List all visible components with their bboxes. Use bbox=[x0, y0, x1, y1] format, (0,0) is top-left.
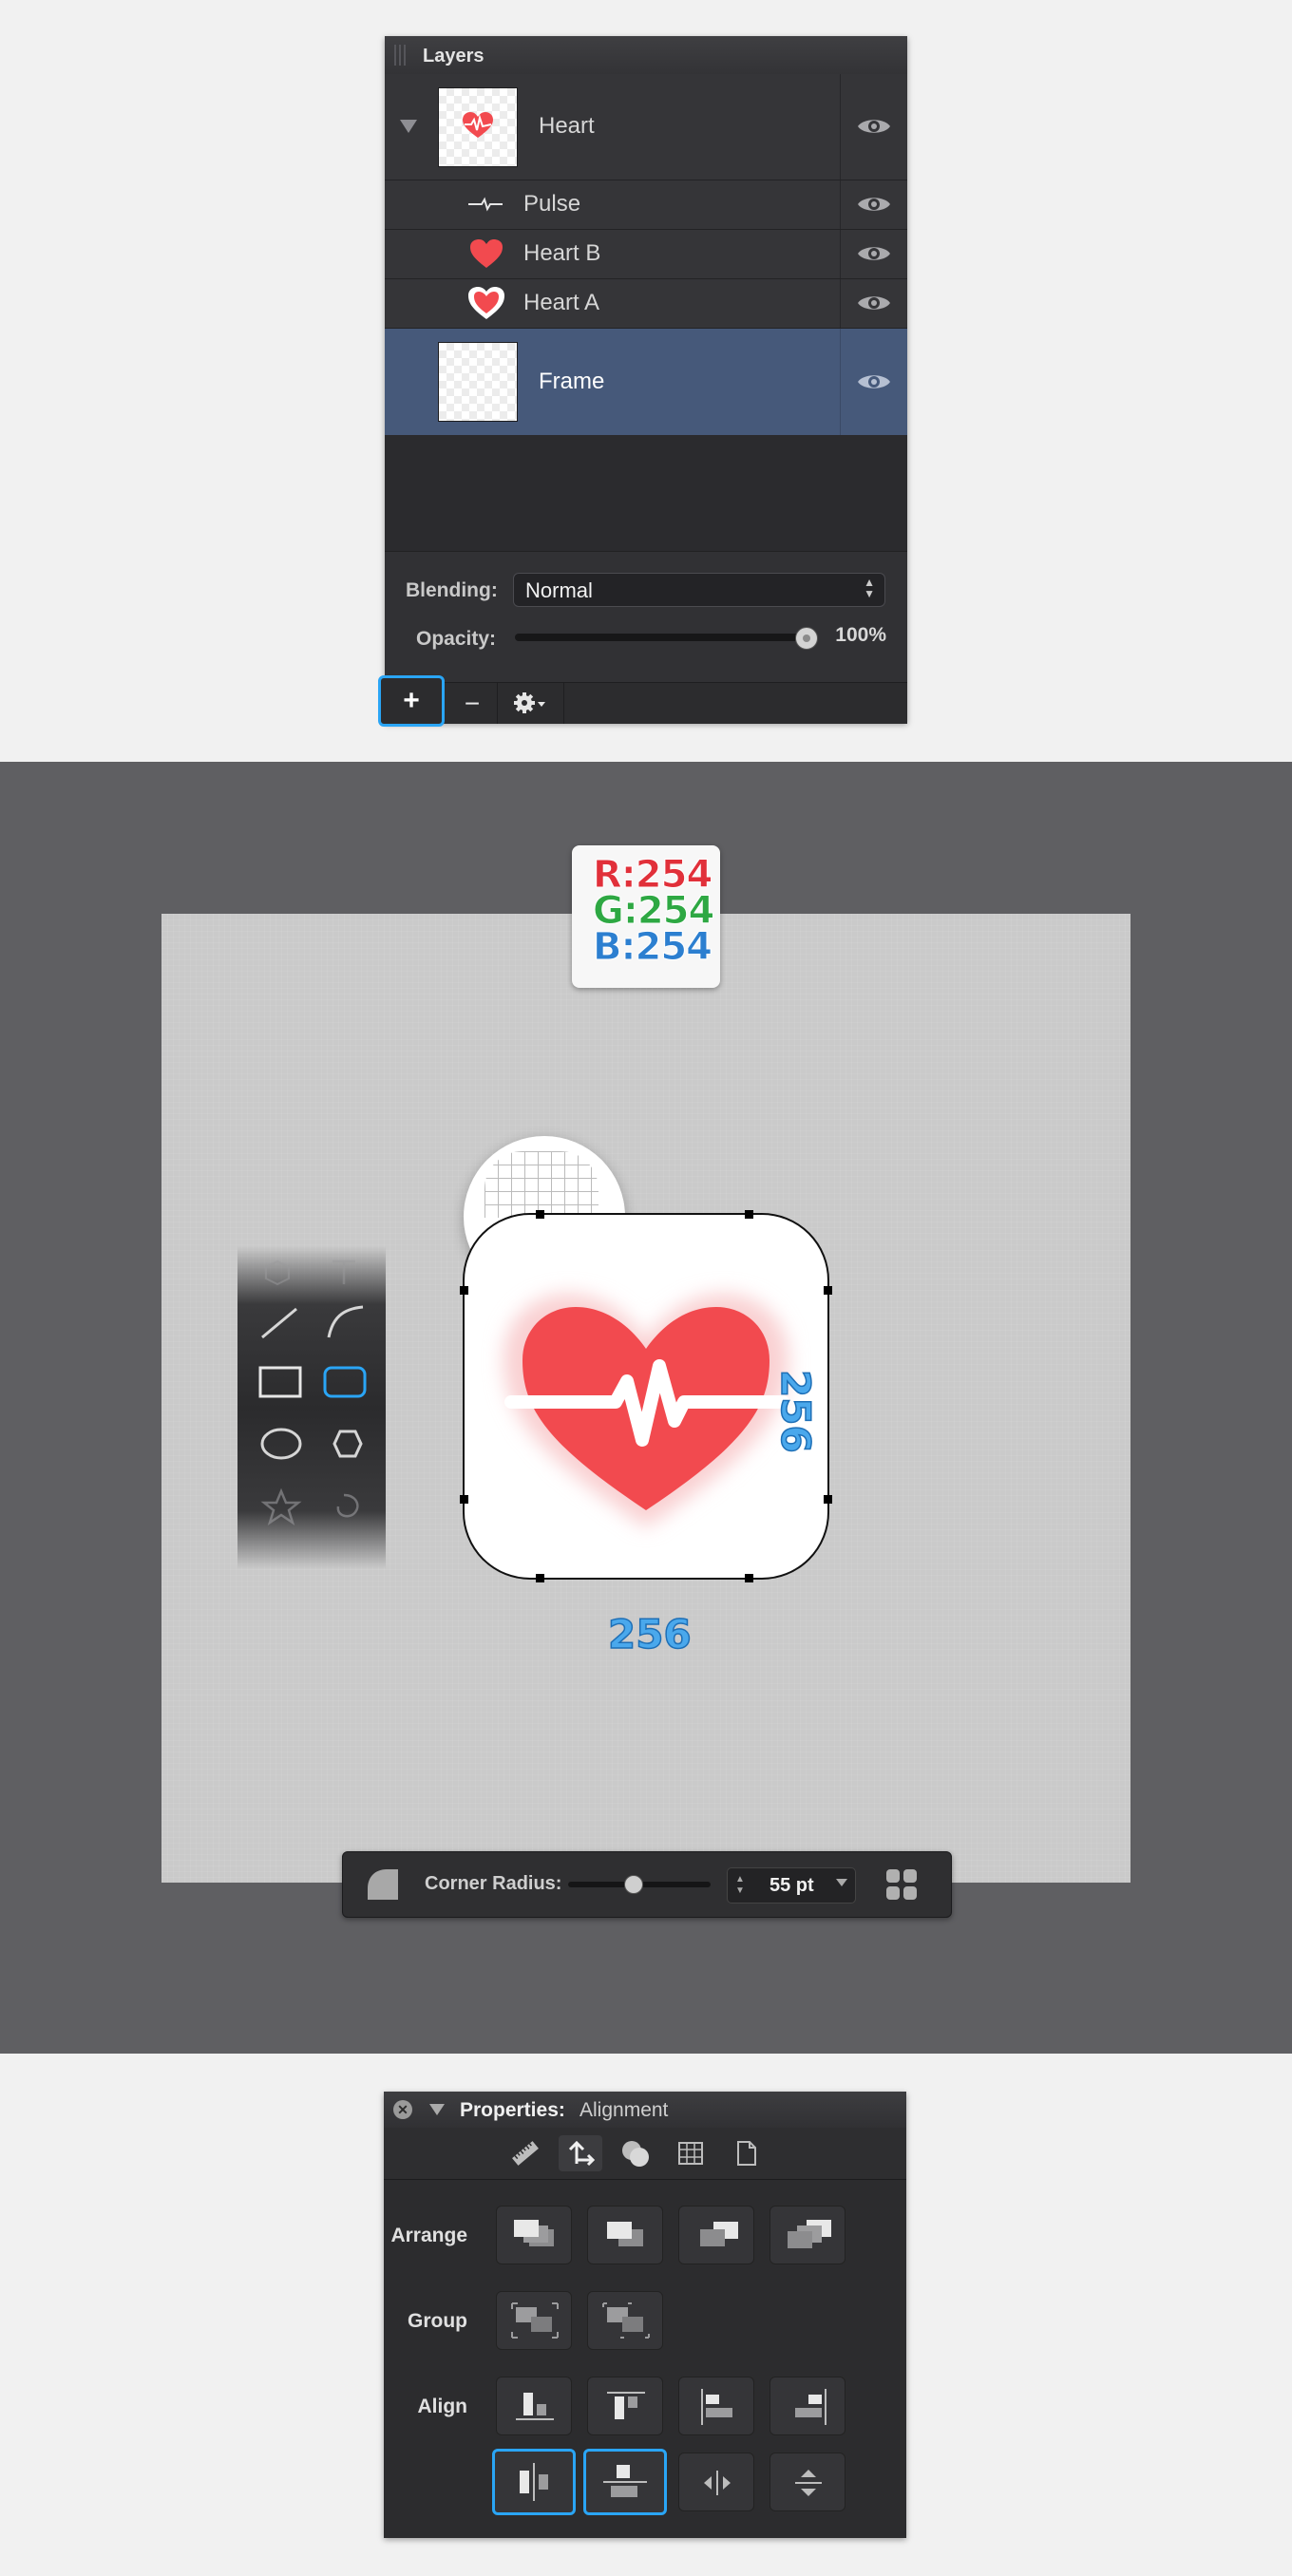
heart-shape-icon bbox=[470, 239, 503, 268]
group-button[interactable] bbox=[496, 2291, 572, 2350]
corner-radius-icon bbox=[368, 1869, 398, 1900]
grid-icon[interactable] bbox=[669, 2135, 712, 2171]
blending-select[interactable]: Normal ▲ ▼ bbox=[513, 573, 885, 607]
add-layer-button[interactable]: + bbox=[378, 675, 445, 727]
shape-tools-strip bbox=[238, 1246, 386, 1569]
properties-titlebar[interactable]: ✕ Properties: Alignment bbox=[384, 2092, 906, 2129]
align-bottom-button[interactable] bbox=[496, 2377, 572, 2435]
blending-label: Blending: bbox=[406, 579, 498, 601]
divider bbox=[840, 74, 841, 180]
arrange-label: Arrange bbox=[390, 2225, 467, 2246]
layer-name: Heart A bbox=[523, 290, 600, 315]
properties-tabs bbox=[384, 2128, 906, 2180]
divider bbox=[840, 329, 841, 435]
disclosure-triangle-icon[interactable] bbox=[400, 120, 417, 133]
collapse-triangle-icon[interactable] bbox=[429, 2104, 445, 2115]
height-dimension: 256 bbox=[771, 1369, 820, 1453]
select-arrows-icon: ▲ ▼ bbox=[864, 576, 875, 600]
distribute-vertical-button[interactable] bbox=[770, 2453, 846, 2511]
bring-forward-button[interactable] bbox=[587, 2206, 663, 2264]
layer-row-heart-a[interactable]: Heart A bbox=[385, 279, 907, 329]
curve-tool-icon[interactable] bbox=[327, 1305, 364, 1338]
bring-to-front-button[interactable] bbox=[496, 2206, 572, 2264]
layer-row-heart-b[interactable]: Heart B bbox=[385, 230, 907, 279]
layer-name: Heart bbox=[539, 113, 595, 139]
spiral-tool-icon[interactable] bbox=[336, 1493, 359, 1518]
send-to-back-button[interactable] bbox=[770, 2206, 846, 2264]
drag-grip-icon[interactable] bbox=[394, 45, 408, 66]
style-icon[interactable] bbox=[614, 2135, 657, 2171]
ungroup-button[interactable] bbox=[587, 2291, 663, 2350]
send-backward-button[interactable] bbox=[678, 2206, 754, 2264]
layer-thumbnail bbox=[438, 87, 518, 167]
divider bbox=[840, 180, 841, 229]
visibility-eye-icon[interactable] bbox=[856, 115, 892, 138]
star-tool-icon[interactable] bbox=[260, 1487, 302, 1525]
visibility-eye-icon[interactable] bbox=[856, 292, 892, 314]
opacity-label: Opacity: bbox=[416, 628, 497, 650]
blue-value: B:254 bbox=[593, 925, 713, 970]
rounded-rectangle-tool-icon[interactable] bbox=[323, 1366, 367, 1398]
ellipse-tool-icon[interactable] bbox=[260, 1428, 302, 1460]
page-icon[interactable] bbox=[724, 2135, 768, 2171]
align-left-button[interactable] bbox=[678, 2377, 754, 2435]
heart-outline-shape-icon bbox=[468, 287, 504, 319]
polygon-tool-icon[interactable] bbox=[332, 1430, 363, 1458]
chevron-down-icon[interactable] bbox=[836, 1879, 847, 1886]
properties-panel: ✕ Properties: Alignment Arrange Group Al… bbox=[384, 2092, 906, 2538]
layers-panel: Layers Heart Pulse Heart B Heart A Frame bbox=[378, 36, 907, 727]
corner-radius-slider-thumb[interactable] bbox=[623, 1875, 643, 1894]
rectangle-tool-icon[interactable] bbox=[258, 1366, 302, 1398]
stepper-arrows-icon[interactable]: ▲ ▼ bbox=[735, 1874, 745, 1897]
layer-options: Blending: Normal ▲ ▼ Opacity: 100% bbox=[385, 551, 907, 685]
ruler-icon[interactable] bbox=[504, 2135, 547, 2171]
layer-name: Frame bbox=[539, 369, 605, 394]
panel-title: Properties: bbox=[460, 2099, 565, 2121]
corner-radius-field[interactable]: ▲ ▼ 55 pt bbox=[727, 1867, 856, 1904]
divider bbox=[840, 279, 841, 328]
visibility-eye-icon[interactable] bbox=[856, 242, 892, 265]
add-label: + bbox=[403, 685, 420, 716]
visibility-eye-icon[interactable] bbox=[856, 370, 892, 393]
close-icon[interactable]: ✕ bbox=[393, 2100, 412, 2119]
corner-radius-label: Corner Radius: bbox=[425, 1873, 562, 1894]
align-horizontal-center-button[interactable] bbox=[492, 2449, 576, 2515]
distribute-horizontal-button[interactable] bbox=[678, 2453, 754, 2511]
layer-name: Pulse bbox=[523, 191, 581, 217]
gear-icon bbox=[514, 692, 545, 713]
opacity-slider-thumb[interactable] bbox=[795, 627, 818, 650]
opacity-slider-track[interactable] bbox=[515, 634, 814, 641]
align-right-button[interactable] bbox=[770, 2377, 846, 2435]
align-top-button[interactable] bbox=[587, 2377, 663, 2435]
gear-menu-button[interactable] bbox=[497, 683, 564, 724]
layer-row-heart[interactable]: Heart bbox=[385, 74, 907, 180]
corner-radius-value: 55 pt bbox=[770, 1875, 814, 1896]
blending-value: Normal bbox=[525, 578, 593, 602]
text-tool-icon[interactable] bbox=[332, 1260, 355, 1284]
layers-titlebar[interactable]: Layers bbox=[385, 36, 907, 75]
layer-name: Heart B bbox=[523, 240, 601, 266]
corner-radius-bar: Corner Radius: ▲ ▼ 55 pt bbox=[342, 1851, 952, 1918]
divider bbox=[840, 230, 841, 278]
panel-title: Layers bbox=[423, 46, 484, 66]
layer-row-pulse[interactable]: Pulse bbox=[385, 180, 907, 230]
pulse-path-icon bbox=[468, 197, 503, 212]
remove-layer-button[interactable]: − bbox=[447, 683, 498, 724]
visibility-eye-icon[interactable] bbox=[856, 193, 892, 216]
layers-toolbar: − bbox=[385, 682, 907, 724]
opacity-value: 100% bbox=[835, 624, 886, 646]
layer-row-frame[interactable]: Frame bbox=[385, 329, 907, 436]
align-label: Align bbox=[417, 2396, 468, 2417]
transform-icon[interactable] bbox=[559, 2135, 602, 2171]
panel-subtitle: Alignment bbox=[580, 2099, 669, 2121]
line-tool-icon[interactable] bbox=[261, 1307, 297, 1339]
color-readout-tooltip: R:254 G:254 B:254 bbox=[572, 845, 720, 988]
group-label: Group bbox=[408, 2310, 467, 2332]
layer-thumbnail bbox=[438, 342, 518, 422]
align-vertical-center-button[interactable] bbox=[583, 2449, 667, 2515]
cube-tool-icon[interactable] bbox=[265, 1260, 290, 1286]
width-dimension: 256 bbox=[607, 1610, 692, 1658]
corner-quad-icon[interactable] bbox=[884, 1867, 919, 1902]
